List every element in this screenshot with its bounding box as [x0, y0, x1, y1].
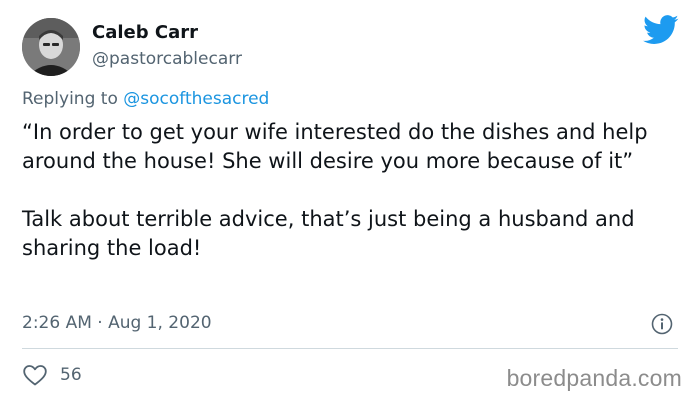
reply-mention-link[interactable]: @socofthesacred	[123, 89, 269, 109]
like-count: 56	[60, 365, 82, 385]
tweet-card: Caleb Carr @pastorcablecarr Replying to …	[0, 0, 700, 402]
avatar-photo	[22, 18, 80, 76]
avatar[interactable]	[22, 18, 80, 76]
watermark: boredpanda.com	[506, 365, 682, 391]
like-button[interactable]: 56	[22, 362, 82, 388]
heart-icon[interactable]	[22, 363, 48, 387]
twitter-bird-icon[interactable]	[643, 14, 679, 46]
reply-prefix: Replying to	[22, 89, 124, 109]
tweet-timestamp[interactable]: 2:26 AM · Aug 1, 2020	[22, 312, 212, 334]
tweet-paragraph: Talk about terrible advice, that’s just …	[22, 207, 635, 260]
tweet-body: “In order to get your wife interested do…	[22, 118, 682, 263]
user-handle[interactable]: @pastorcablecarr	[92, 48, 242, 70]
tweet-paragraph: “In order to get your wife interested do…	[22, 120, 648, 173]
info-icon[interactable]	[651, 313, 673, 335]
divider	[22, 348, 678, 349]
display-name[interactable]: Caleb Carr	[92, 22, 198, 44]
reply-context: Replying to @socofthesacred	[22, 88, 269, 110]
